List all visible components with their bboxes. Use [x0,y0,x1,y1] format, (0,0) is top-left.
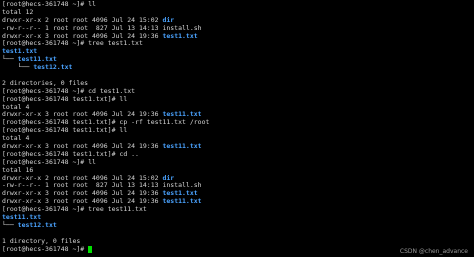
terminal-output: [root@hecs-361748 ~]# ll total 12 drwxr-xr… [2,0,210,254]
terminal-text: [root@hecs-361748 ~]# [2,244,89,253]
terminal-text: drwxr-xr-x 3 root root 4096 Jul 24 19:36 [2,142,163,151]
terminal-text: [root@hecs-361748 test1.txt]# ll [2,94,128,103]
terminal-text: [root@hecs-361748 ~]# tree test11.txt [2,205,147,214]
directory-name: test12.txt [17,220,57,229]
terminal-text: total 4 [2,102,30,111]
directory-name: test11.txt [162,142,202,151]
terminal-text: total 4 [2,134,30,143]
terminal-line: [root@hecs-361748 test1.txt]# ll [2,126,209,135]
terminal-text: drwxr-xr-x 3 root root 4096 Jul 24 19:36 [2,197,163,206]
terminal-text: [root@hecs-361748 test1.txt]# cd .. [2,149,139,158]
directory-name: test11.txt [162,197,202,206]
directory-name: test12.txt [33,63,73,72]
terminal-text: drwxr-xr-x 3 root root 4096 Jul 24 19:36 [2,189,163,198]
terminal-text: [root@hecs-361748 ~]# tree test1.txt [2,39,143,48]
terminal-text: total 12 [2,7,34,16]
directory-name: test1.txt [162,31,198,40]
directory-name: dir [162,173,175,182]
terminal-text: 2 directories, 0 files [2,78,89,87]
terminal-text: drwxr-xr-x 2 root root 4096 Jul 24 15:02 [2,15,163,24]
terminal-text: drwxr-xr-x 2 root root 4096 Jul 24 15:02 [2,173,163,182]
terminal-text: [root@hecs-361748 test1.txt]# cp -rf tes… [2,118,210,127]
directory-name: test11.txt [162,110,202,119]
terminal-window[interactable]: [root@hecs-361748 ~]# ll total 12 drwxr-xr… [0,0,474,257]
directory-name: test1.txt [162,189,198,198]
terminal-line: [root@hecs-361748 ~]# [2,244,209,254]
terminal-text: -rw-r--r-- 1 root root 827 Jul 13 14:13 … [2,181,202,190]
terminal-text: 1 directory, 0 files [2,236,81,245]
terminal-text: [root@hecs-361748 ~]# ll [2,0,96,8]
terminal-text: └── [2,63,34,72]
terminal-text: └── [2,220,18,229]
terminal-text: [root@hecs-361748 test1.txt]# ll [2,126,128,135]
terminal-text: total 16 [2,165,34,174]
cursor [88,246,93,254]
directory-name: dir [162,15,175,24]
terminal-line: └── test12.txt [2,220,209,230]
terminal-line: [root@hecs-361748 test1.txt]# ll [2,94,209,104]
watermark: CSDN @chen_advance [399,248,468,255]
terminal-text: [root@hecs-361748 ~]# cd test1.txt [2,86,136,95]
terminal-text: drwxr-xr-x 3 root root 4096 Jul 24 19:36 [2,31,163,40]
terminal-line: └── test12.txt [2,63,209,72]
terminal-text: -rw-r--r-- 1 root root 827 Jul 13 14:13 … [2,23,202,32]
terminal-text: [root@hecs-361748 ~]# ll [2,157,96,166]
directory-name: test11.txt [2,213,42,222]
terminal-text: drwxr-xr-x 3 root root 4096 Jul 24 19:36 [2,110,163,119]
